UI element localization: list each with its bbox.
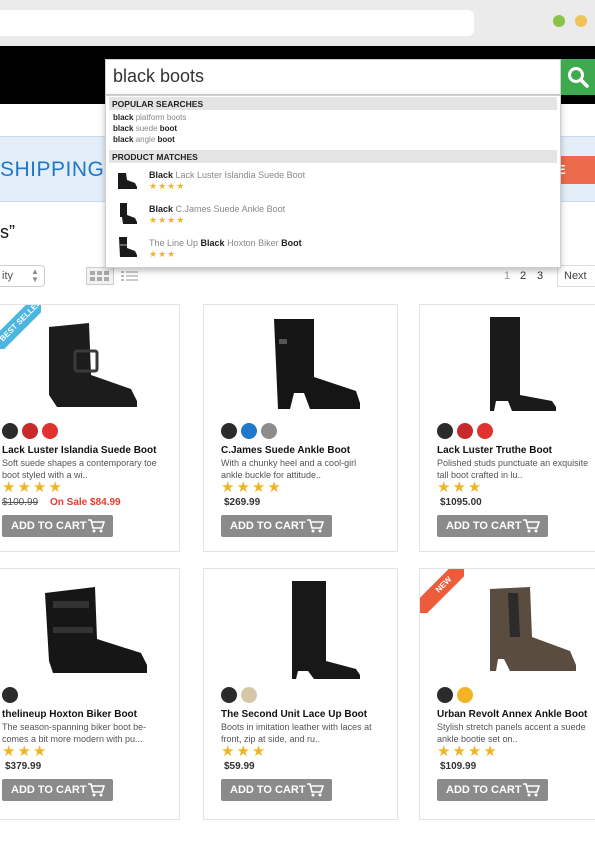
search-button[interactable] <box>561 59 595 95</box>
page-1[interactable]: 1 <box>504 270 510 282</box>
product-name[interactable]: C.James Suede Ankle Boot <box>221 445 350 456</box>
rating-stars: ★★★★ <box>2 479 64 496</box>
color-swatch[interactable] <box>22 423 38 439</box>
original-price: $100.99 <box>2 497 39 508</box>
rating-stars: ★★★★ <box>221 479 283 496</box>
product-image[interactable] <box>232 579 372 683</box>
search-icon <box>568 67 589 88</box>
sale-price: On Sale $84.99 <box>50 497 121 508</box>
browser-chrome <box>0 0 595 46</box>
autocomplete-dropdown: POPULAR SEARCHES black platform boots bl… <box>105 95 561 268</box>
ribbon-badge: NEW <box>420 569 464 613</box>
product-name[interactable]: Lack Luster Islandia Suede Boot <box>2 445 156 456</box>
address-bar[interactable] <box>0 10 474 36</box>
rating-stars: ★★★ <box>221 743 268 760</box>
color-swatch[interactable] <box>437 423 453 439</box>
color-swatch[interactable] <box>457 423 473 439</box>
boot-thumbnail-icon <box>119 237 137 257</box>
cart-icon <box>523 519 540 533</box>
product-card[interactable]: Lack Luster Truthe Boot Polished studs pu… <box>419 304 595 552</box>
ribbon-badge: BEST SELLER <box>0 305 41 349</box>
search-query: black boots <box>113 66 205 86</box>
color-swatch[interactable] <box>2 423 18 439</box>
popular-search-item[interactable]: black platform boots <box>113 113 186 122</box>
window-dot-green[interactable] <box>553 15 565 27</box>
results-title: s” <box>0 222 15 242</box>
color-swatch[interactable] <box>241 687 257 703</box>
product-name[interactable]: thelineup Hoxton Biker Boot <box>2 709 137 720</box>
product-price: $59.99 <box>224 761 255 772</box>
color-swatch[interactable] <box>477 423 493 439</box>
product-name[interactable]: Urban Revolt Annex Ankle Boot <box>437 709 587 720</box>
cart-icon <box>88 783 105 797</box>
product-price: $269.99 <box>224 497 261 508</box>
color-swatch[interactable] <box>261 423 277 439</box>
product-name[interactable]: The Second Unit Lace Up Boot <box>221 709 367 720</box>
grid-view-button[interactable] <box>86 267 114 285</box>
next-page-button[interactable]: Next <box>557 265 595 287</box>
product-name[interactable]: Lack Luster Truthe Boot <box>437 445 552 456</box>
product-image[interactable] <box>19 579 159 683</box>
color-swatch[interactable] <box>437 687 453 703</box>
product-card[interactable]: The Second Unit Lace Up Boot Boots in imi… <box>203 568 398 820</box>
page-2[interactable]: 2 <box>520 270 526 282</box>
product-card[interactable]: Urban Revolt Annex Ankle Boot Stylish str… <box>419 568 595 820</box>
product-image[interactable] <box>232 315 372 419</box>
product-price: $109.99 <box>440 761 477 772</box>
color-swatch[interactable] <box>241 423 257 439</box>
search-input[interactable]: black boots <box>105 59 561 95</box>
add-to-cart-button[interactable]: ADD TO CART <box>221 515 332 537</box>
color-swatch[interactable] <box>42 423 58 439</box>
page-3[interactable]: 3 <box>537 270 543 282</box>
rating-stars: ★★★★ <box>437 743 499 760</box>
rating-stars: ★★★ <box>437 479 484 496</box>
color-swatch[interactable] <box>221 687 237 703</box>
list-view-button[interactable] <box>118 267 142 285</box>
color-swatch[interactable] <box>457 687 473 703</box>
popular-search-item[interactable]: black angle boot <box>113 135 175 144</box>
boot-thumbnail-icon <box>118 173 137 189</box>
popular-searches-header: POPULAR SEARCHES <box>109 97 557 110</box>
add-to-cart-button[interactable]: ADD TO CART <box>2 779 113 801</box>
cart-icon <box>523 783 540 797</box>
cart-icon <box>88 519 105 533</box>
product-image[interactable] <box>440 315 580 419</box>
rating-stars: ★★★ <box>2 743 49 760</box>
grid-icon <box>90 271 109 281</box>
list-icon <box>121 271 138 281</box>
window-dot-yellow[interactable] <box>575 15 587 27</box>
cart-icon <box>307 783 324 797</box>
product-card[interactable]: C.James Suede Ankle Boot With a chunky he… <box>203 304 398 552</box>
product-card[interactable]: thelineup Hoxton Biker Boot The season-sp… <box>0 568 180 820</box>
match-rating: ★★★★ <box>149 181 186 191</box>
color-swatch[interactable] <box>221 423 237 439</box>
cart-icon <box>307 519 324 533</box>
color-swatch[interactable] <box>2 687 18 703</box>
add-to-cart-button[interactable]: ADD TO CART <box>437 515 548 537</box>
sort-label: ity <box>2 270 13 282</box>
boot-thumbnail-icon <box>120 203 137 224</box>
sort-select[interactable]: ity ▲ ▼ <box>0 265 45 287</box>
popular-search-item[interactable]: black suede boot <box>113 124 177 133</box>
product-price: $379.99 <box>5 761 42 772</box>
product-matches-header: PRODUCT MATCHES <box>109 150 557 163</box>
match-rating: ★★★ <box>149 249 177 259</box>
add-to-cart-button[interactable]: ADD TO CART <box>221 779 332 801</box>
add-to-cart-button[interactable]: ADD TO CART <box>437 779 548 801</box>
add-to-cart-button[interactable]: ADD TO CART <box>2 515 113 537</box>
match-rating: ★★★★ <box>149 215 186 225</box>
sort-arrows-icon: ▲ ▼ <box>31 267 39 284</box>
product-price: $1095.00 <box>440 497 482 508</box>
product-card[interactable]: Lack Luster Islandia Suede Boot Soft sued… <box>0 304 180 552</box>
